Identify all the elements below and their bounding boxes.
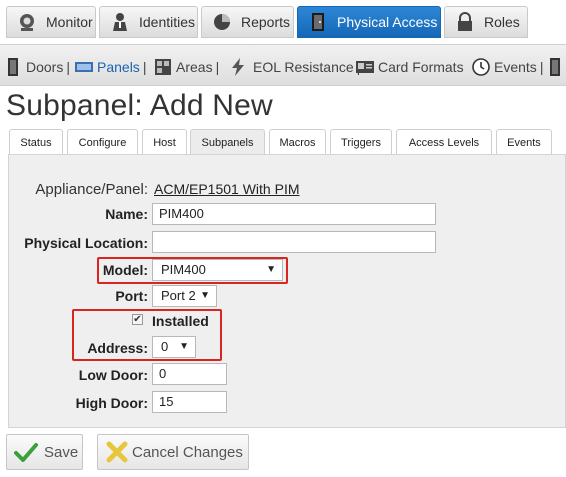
- physical-location-input[interactable]: [152, 231, 436, 253]
- installed-label: Installed: [152, 313, 209, 329]
- chevron-down-icon: ▼: [200, 290, 210, 301]
- appliance-link[interactable]: ACM/EP1501 With PIM: [154, 181, 300, 197]
- door-icon: [546, 58, 564, 76]
- identity-icon: [110, 12, 130, 32]
- subnav-doors-label: Doors: [26, 59, 64, 75]
- subnav-events[interactable]: Events |: [472, 58, 543, 76]
- installed-checkbox[interactable]: ✔: [132, 314, 143, 325]
- port-label: Port:: [115, 288, 148, 304]
- physical-location-label: Physical Location:: [24, 235, 148, 251]
- cancel-x-icon: [106, 441, 128, 463]
- subnav-events-label: Events: [494, 59, 537, 75]
- door-icon: [308, 12, 328, 32]
- checkmark-icon: [14, 442, 38, 462]
- subnav-more[interactable]: [546, 58, 566, 76]
- subnav-eol-resistance[interactable]: EOL Resistance |: [229, 58, 360, 76]
- subnav-separator: |: [66, 59, 70, 75]
- name-label: Name:: [105, 206, 148, 222]
- address-select[interactable]: 0 ▼: [152, 336, 196, 358]
- tab-physical-access[interactable]: Physical Access: [297, 6, 441, 38]
- tab-reports-label: Reports: [241, 14, 291, 30]
- port-select-value: Port 2: [161, 288, 196, 303]
- page-title: Subpanel: Add New: [6, 89, 273, 122]
- tab-subpanels[interactable]: Subpanels: [190, 129, 265, 155]
- model-select[interactable]: PIM400 ▼: [152, 259, 283, 281]
- tab-configure[interactable]: Configure: [67, 129, 138, 155]
- subnav-separator: |: [215, 59, 220, 75]
- port-select[interactable]: Port 2 ▼: [152, 285, 217, 307]
- subnav-separator: |: [142, 59, 147, 75]
- tab-monitor-label: Monitor: [46, 14, 93, 30]
- subnav-areas[interactable]: Areas |: [154, 58, 219, 76]
- name-input[interactable]: PIM400: [152, 203, 436, 225]
- tab-triggers[interactable]: Triggers: [330, 129, 392, 155]
- subnav-panels-label: Panels: [97, 59, 140, 75]
- clock-icon: [472, 58, 490, 76]
- cancel-changes-button[interactable]: Cancel Changes: [97, 434, 249, 470]
- tab-host[interactable]: Host: [142, 129, 187, 155]
- subnav-doors[interactable]: Doors |: [4, 58, 70, 76]
- tab-reports[interactable]: Reports: [201, 6, 294, 38]
- subnav-areas-label: Areas: [176, 59, 213, 75]
- high-door-input[interactable]: 15: [152, 391, 227, 413]
- chevron-down-icon: ▼: [179, 341, 189, 352]
- subnav-card-formats[interactable]: Card Formats: [356, 58, 464, 76]
- tab-identities-label: Identities: [139, 14, 196, 30]
- tab-access-levels[interactable]: Access Levels: [396, 129, 492, 155]
- panel-icon: [75, 58, 93, 76]
- monitor-icon: [17, 12, 37, 32]
- address-label: Address:: [87, 340, 148, 356]
- door-icon: [4, 58, 22, 76]
- lock-icon: [455, 12, 475, 32]
- tab-monitor[interactable]: Monitor: [6, 6, 96, 38]
- lightning-icon: [229, 58, 247, 76]
- chevron-down-icon: ▼: [266, 264, 276, 275]
- tab-roles[interactable]: Roles: [444, 6, 528, 38]
- low-door-label: Low Door:: [78, 367, 148, 383]
- tab-events[interactable]: Events: [496, 129, 552, 155]
- tab-macros[interactable]: Macros: [269, 129, 326, 155]
- tab-identities[interactable]: Identities: [99, 6, 198, 38]
- address-select-value: 0: [161, 339, 169, 354]
- pie-chart-icon: [212, 12, 232, 32]
- tab-roles-label: Roles: [484, 14, 520, 30]
- save-button[interactable]: Save: [6, 434, 83, 470]
- card-icon: [356, 58, 374, 76]
- subnav-panels[interactable]: Panels |: [75, 58, 146, 76]
- sub-navigation: Doors | Panels | Areas | EOL Resistance …: [0, 44, 566, 86]
- model-select-value: PIM400: [161, 262, 206, 277]
- top-navigation: Monitor Identities Reports Physical Acce…: [0, 0, 566, 44]
- save-button-label: Save: [44, 443, 79, 461]
- area-icon: [154, 58, 172, 76]
- subnav-card-formats-label: Card Formats: [378, 59, 464, 75]
- subnav-eol-label: EOL Resistance: [253, 59, 354, 75]
- tab-physical-access-label: Physical Access: [337, 14, 438, 30]
- tab-status[interactable]: Status: [9, 129, 63, 155]
- high-door-label: High Door:: [75, 395, 148, 411]
- model-label: Model:: [102, 262, 148, 278]
- subnav-separator: |: [539, 59, 544, 75]
- low-door-input[interactable]: 0: [152, 363, 227, 385]
- appliance-label: Appliance/Panel:: [35, 181, 148, 198]
- cancel-button-label: Cancel Changes: [132, 443, 243, 461]
